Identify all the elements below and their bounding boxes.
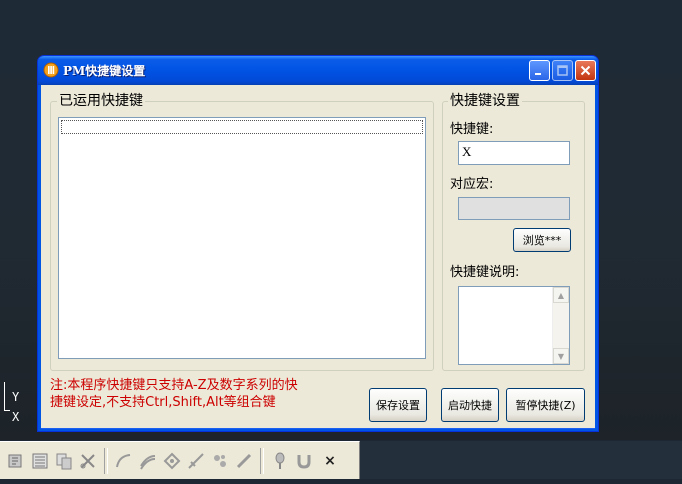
node-icon[interactable]: [161, 450, 183, 472]
window-frame-bottom: [38, 429, 598, 431]
axis-y-label: Y: [12, 390, 20, 404]
description-memo[interactable]: ▲ ▼: [458, 286, 570, 365]
list-focus-row[interactable]: [61, 120, 423, 134]
macro-input[interactable]: [458, 197, 570, 220]
minimize-button[interactable]: [529, 60, 550, 81]
dimension-icon[interactable]: [185, 450, 207, 472]
arc-icon[interactable]: [113, 450, 135, 472]
app-icon: [43, 62, 59, 78]
minimize-icon: [535, 73, 541, 75]
browse-button[interactable]: 浏览***: [513, 228, 571, 252]
close-icon: [580, 65, 591, 76]
toolbar-close-icon[interactable]: ×: [320, 451, 340, 471]
usage-note-line2: 捷键设定,不支持Ctrl,Shift,Alt等组合键: [50, 395, 276, 410]
maximize-button[interactable]: [552, 60, 573, 81]
used-hotkeys-title: 已运用快捷键: [57, 93, 145, 109]
hotkey-label: 快捷键:: [450, 122, 494, 137]
usage-note-line1: 注:本程序快捷键只支持A-Z及数字系列的快: [50, 378, 298, 393]
usage-note: 注:本程序快捷键只支持A-Z及数字系列的快 捷键设定,不支持Ctrl,Shift…: [50, 377, 370, 411]
bottom-toolbar: ×: [0, 441, 360, 479]
used-hotkeys-list[interactable]: [58, 117, 426, 359]
hotkey-settings-dialog: PM快捷键设置 已运用快捷键 快捷键设置 快捷键: X 对应宏: 浏览*** 快…: [37, 55, 599, 432]
magnet-icon[interactable]: [293, 450, 315, 472]
pin-icon[interactable]: [269, 450, 291, 472]
ucs-y-line: [4, 382, 5, 410]
maximize-icon: [557, 65, 568, 76]
window-frame-left: [38, 85, 41, 430]
ucs-x-line: [4, 410, 10, 411]
start-hotkeys-button[interactable]: 启动快捷: [441, 388, 499, 422]
window-frame-right: [595, 85, 598, 430]
list-icon[interactable]: [29, 450, 51, 472]
scroll-up-icon[interactable]: ▲: [553, 287, 569, 303]
title-bar[interactable]: PM快捷键设置: [38, 56, 598, 85]
line-icon[interactable]: [233, 450, 255, 472]
axis-x-label: X: [12, 410, 20, 424]
macro-label: 对应宏:: [450, 177, 494, 192]
properties-icon[interactable]: [5, 450, 27, 472]
copy-icon[interactable]: [53, 450, 75, 472]
offset-icon[interactable]: [137, 450, 159, 472]
trim-icon[interactable]: [77, 450, 99, 472]
hotkey-input[interactable]: X: [458, 141, 570, 165]
description-scrollbar[interactable]: ▲ ▼: [552, 287, 569, 364]
close-button[interactable]: [575, 60, 596, 81]
description-label: 快捷键说明:: [450, 265, 520, 280]
toolbar-empty-area: [360, 441, 682, 479]
hotkey-settings-title: 快捷键设置: [448, 93, 522, 109]
ucs-axis-indicator: Y X: [0, 378, 30, 428]
toolbar-separator: [104, 447, 108, 474]
pattern-icon[interactable]: [209, 450, 231, 472]
scroll-down-icon[interactable]: ▼: [553, 348, 569, 364]
toolbar-separator: [260, 447, 264, 474]
save-settings-button[interactable]: 保存设置: [369, 388, 427, 422]
pause-hotkeys-button[interactable]: 暂停快捷(Z): [506, 388, 585, 422]
window-title: PM快捷键设置: [63, 64, 146, 78]
